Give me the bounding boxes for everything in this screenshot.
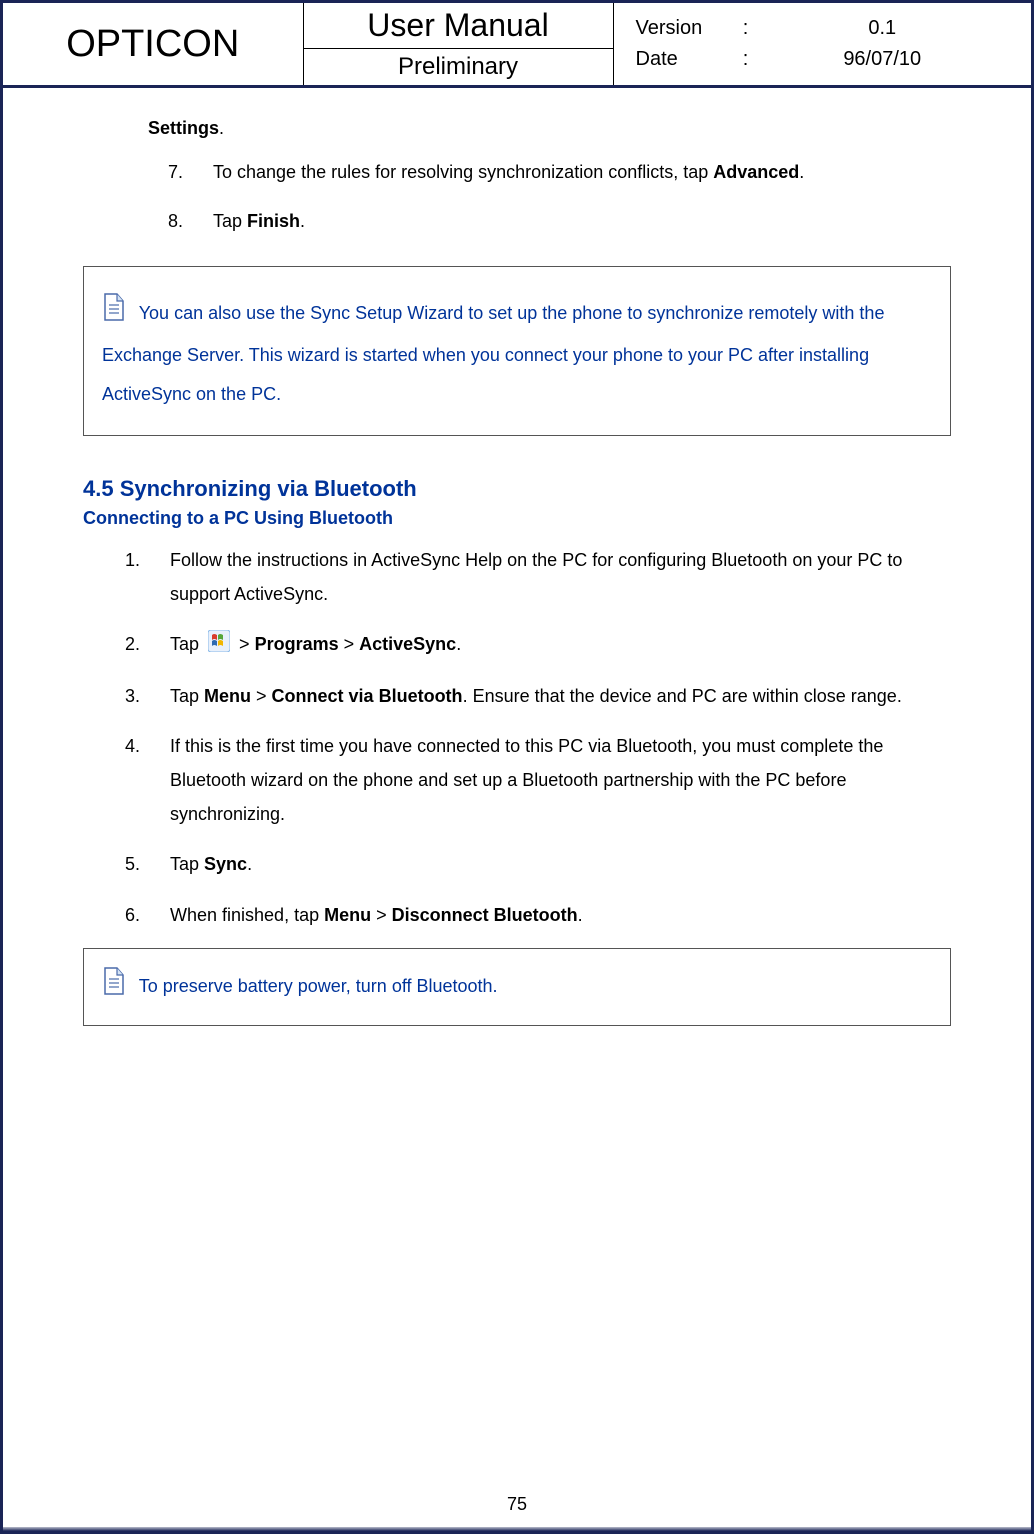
doc-title: User Manual: [304, 3, 613, 49]
text: >: [251, 686, 272, 706]
list-item: 8. Tap Finish.: [168, 206, 951, 237]
list-body: If this is the first time you have conne…: [170, 729, 951, 832]
list-num: 6.: [125, 898, 170, 932]
list-item: 1. Follow the instructions in ActiveSync…: [125, 543, 951, 611]
text: . Ensure that the device and PC are with…: [463, 686, 902, 706]
note-text: To preserve battery power, turn off Blue…: [139, 976, 498, 996]
date-label: Date: [636, 48, 736, 71]
list-num: 2.: [125, 627, 170, 662]
note-icon: [102, 293, 126, 336]
brand-cell: OPTICON: [3, 3, 303, 87]
bold-text: ActiveSync: [359, 634, 456, 654]
text: .: [578, 905, 583, 925]
text: >: [371, 905, 392, 925]
list-num: 3.: [125, 679, 170, 713]
text: .: [799, 162, 804, 182]
note-box-1: You can also use the Sync Setup Wizard t…: [83, 266, 951, 436]
list-num: 1.: [125, 543, 170, 611]
section-heading: 4.5 Synchronizing via Bluetooth: [83, 476, 951, 502]
date-value: 96/07/10: [756, 48, 1010, 71]
doc-subtitle: Preliminary: [304, 49, 613, 85]
text: To change the rules for resolving synchr…: [213, 162, 713, 182]
list-num: 5.: [125, 847, 170, 881]
header-table: OPTICON User Manual Preliminary Version …: [3, 3, 1031, 88]
list-item: 3. Tap Menu > Connect via Bluetooth. Ens…: [125, 679, 951, 713]
windows-start-icon: [208, 629, 230, 663]
list-item: 4. If this is the first time you have co…: [125, 729, 951, 832]
sub-heading: Connecting to a PC Using Bluetooth: [83, 508, 951, 529]
version-colon: :: [736, 17, 756, 40]
settings-bold: Settings: [148, 118, 219, 138]
note-box-2: To preserve battery power, turn off Blue…: [83, 948, 951, 1026]
text: When finished, tap: [170, 905, 324, 925]
note-icon: [102, 967, 126, 1007]
intro-block: Settings. 7. To change the rules for res…: [148, 118, 951, 236]
list-num: 8.: [168, 206, 213, 237]
settings-line: Settings.: [148, 118, 951, 139]
list-body: When finished, tap Menu > Disconnect Blu…: [170, 898, 951, 932]
list-item: 5. Tap Sync.: [125, 847, 951, 881]
text: Tap: [213, 211, 247, 231]
list-body: Tap Menu > Connect via Bluetooth. Ensure…: [170, 679, 951, 713]
bold-text: Menu: [204, 686, 251, 706]
bold-text: Disconnect Bluetooth: [392, 905, 578, 925]
list-item: 2. Tap > Programs > ActiveSync.: [125, 627, 951, 662]
text: .: [300, 211, 305, 231]
list-num: 4.: [125, 729, 170, 832]
meta-version-row: Version : 0.1 Date : 96/07/10: [613, 3, 1031, 87]
list-item: 7. To change the rules for resolving syn…: [168, 157, 951, 188]
list-body: To change the rules for resolving synchr…: [213, 157, 951, 188]
bold-text: Finish: [247, 211, 300, 231]
bold-text: Programs: [255, 634, 339, 654]
note-text: You can also use the Sync Setup Wizard t…: [102, 303, 884, 404]
bold-text: Sync: [204, 854, 247, 874]
text: .: [456, 634, 461, 654]
list-num: 7.: [168, 157, 213, 188]
list-body: Follow the instructions in ActiveSync He…: [170, 543, 951, 611]
list-body: Tap Finish.: [213, 206, 951, 237]
text: .: [247, 854, 252, 874]
list-item: 6. When finished, tap Menu > Disconnect …: [125, 898, 951, 932]
version-value: 0.1: [756, 17, 1010, 40]
text: Tap: [170, 634, 204, 654]
page-number: 75: [3, 1494, 1031, 1515]
page-content: Settings. 7. To change the rules for res…: [3, 88, 1031, 1046]
text: Tap: [170, 686, 204, 706]
brand-text: OPTICON: [66, 23, 239, 65]
bold-text: Menu: [324, 905, 371, 925]
bottom-border-shadow: [3, 1527, 1031, 1531]
list-body: Tap > Programs > ActiveSync.: [170, 627, 951, 662]
title-cell: User Manual Preliminary: [303, 3, 613, 87]
section-list: 1. Follow the instructions in ActiveSync…: [125, 543, 951, 932]
list-body: Tap Sync.: [170, 847, 951, 881]
bold-text: Advanced: [713, 162, 799, 182]
bold-text: Connect via Bluetooth: [272, 686, 463, 706]
text: Tap: [170, 854, 204, 874]
date-colon: :: [736, 48, 756, 71]
text: >: [239, 634, 255, 654]
text: >: [339, 634, 360, 654]
settings-period: .: [219, 118, 224, 138]
version-label: Version: [636, 17, 736, 40]
